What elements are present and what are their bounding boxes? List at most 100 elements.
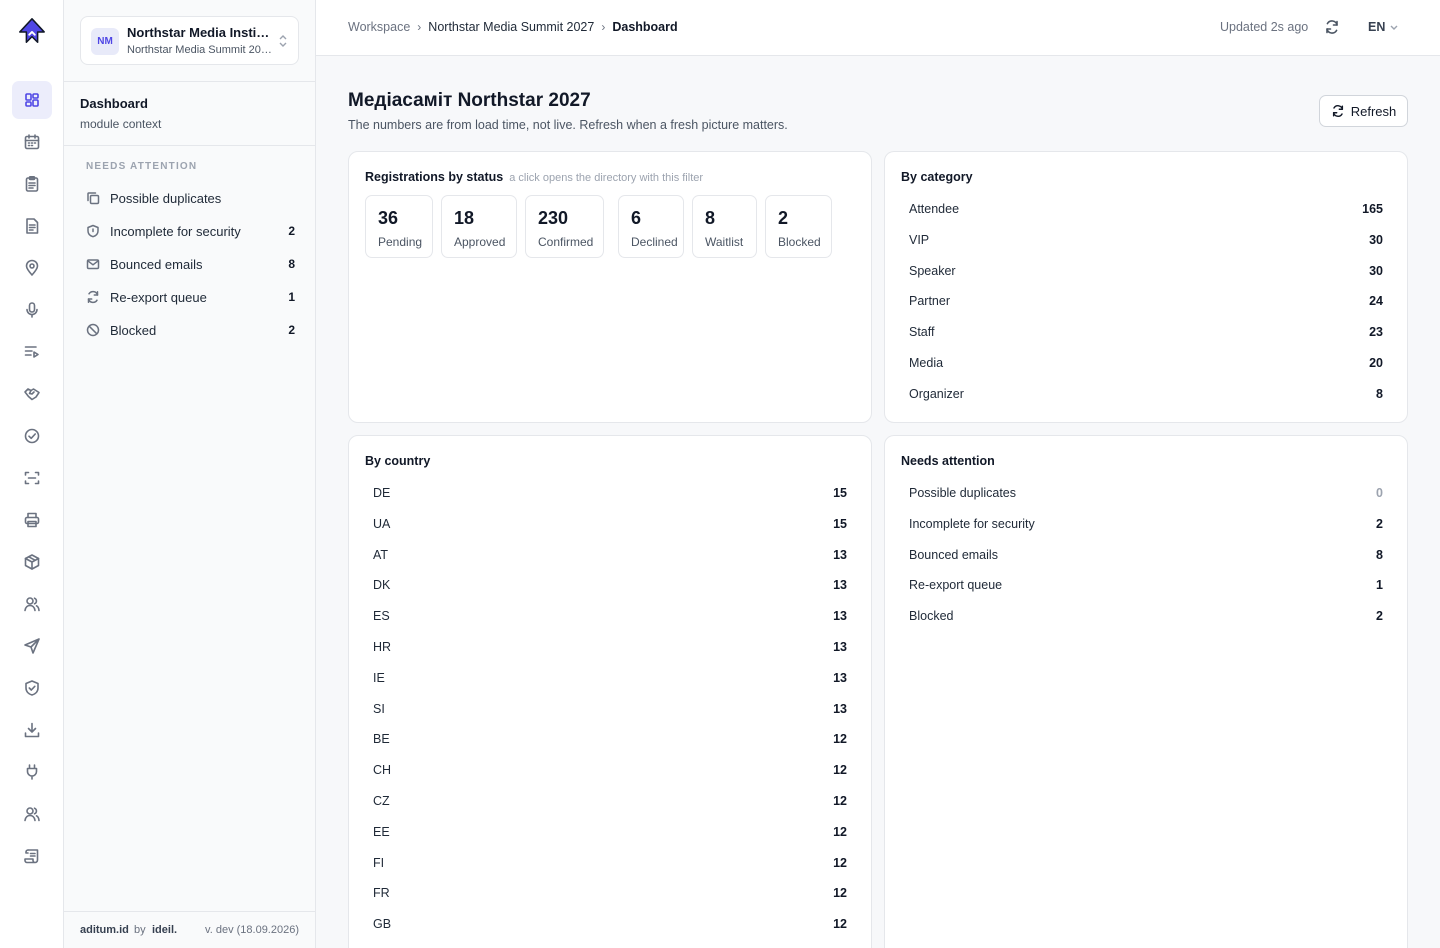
country-row-value: 13 — [833, 640, 847, 654]
category-row[interactable]: Partner 24 — [909, 291, 1383, 311]
rail-item-calendar[interactable] — [12, 123, 52, 161]
shield-icon — [86, 224, 100, 238]
team-icon — [24, 807, 40, 822]
country-row-value: 12 — [833, 763, 847, 778]
category-card-title: By category — [901, 170, 973, 184]
country-row[interactable]: CZ 12 — [373, 791, 847, 811]
refresh-button[interactable]: Refresh — [1319, 95, 1408, 127]
rail-item-microphone[interactable] — [12, 291, 52, 329]
rail-item-send[interactable] — [12, 627, 52, 665]
breadcrumb-workspace[interactable]: Workspace — [348, 20, 410, 34]
status-card-title: Registrations by status a click opens the… — [365, 170, 703, 184]
brand-name[interactable]: aditum.id — [80, 924, 129, 936]
sidebar-attention-item[interactable]: Re-export queue 1 — [80, 282, 299, 312]
category-row[interactable]: Attendee 165 — [909, 199, 1383, 219]
rail-item-download[interactable] — [12, 711, 52, 749]
attention-row[interactable]: Re-export queue 1 — [909, 575, 1383, 595]
status-stat-blocked[interactable]: 2 Blocked — [765, 195, 832, 258]
by-text: by — [134, 924, 146, 936]
status-stat-confirmed[interactable]: 230 Confirmed — [525, 195, 604, 258]
rail-item-users[interactable] — [12, 585, 52, 623]
country-row-label: DK — [373, 578, 391, 593]
country-row-label: GB — [373, 917, 392, 932]
sidebar-attention-item[interactable]: Possible duplicates — [80, 183, 299, 213]
status-stat-value: 8 — [705, 208, 716, 228]
country-row[interactable]: UA 15 — [373, 514, 847, 534]
status-stat-approved[interactable]: 18 Approved — [441, 195, 517, 258]
country-row[interactable]: HR 13 — [373, 637, 847, 657]
country-row[interactable]: DE 15 — [373, 483, 847, 503]
country-row[interactable]: EE 12 — [373, 822, 847, 842]
icon-rail — [0, 0, 64, 948]
category-row-value: 165 — [1362, 202, 1383, 216]
status-stat-pending[interactable]: 36 Pending — [365, 195, 433, 258]
rail-item-dashboard[interactable] — [12, 81, 52, 119]
sidebar-attention-item[interactable]: Bounced emails 8 — [80, 249, 299, 279]
rail-item-playlist[interactable] — [12, 333, 52, 371]
country-row[interactable]: FI 12 — [373, 853, 847, 873]
rail-item-check-circle[interactable] — [12, 417, 52, 455]
mail-icon — [86, 257, 100, 271]
country-row[interactable]: GB 12 — [373, 914, 847, 934]
org-switcher[interactable]: NM Northstar Media Institute Northstar M… — [80, 16, 299, 65]
rail-item-scroll[interactable] — [12, 837, 52, 875]
attention-row-label: Possible duplicates — [909, 486, 1017, 500]
category-row-label: Attendee — [909, 202, 960, 216]
country-row[interactable]: IE 13 — [373, 668, 847, 688]
map-pin-icon — [25, 259, 39, 276]
org-name: Northstar Media Institute — [127, 25, 272, 40]
attention-row[interactable]: Blocked 2 — [909, 606, 1383, 626]
document-icon — [26, 218, 39, 234]
sidebar-attention-count: 2 — [288, 224, 295, 238]
country-row-label: IE — [373, 670, 385, 685]
needs-attention-heading: NEEDS ATTENTION — [86, 161, 198, 172]
country-row[interactable]: BE 12 — [373, 729, 847, 749]
breadcrumb-event[interactable]: Northstar Media Summit 2027 — [428, 20, 594, 34]
rail-item-printer[interactable] — [12, 501, 52, 539]
rail-item-shield-check[interactable] — [12, 669, 52, 707]
module-title: Dashboard — [80, 96, 148, 111]
country-row-value: 13 — [833, 578, 847, 593]
attention-row-value: 8 — [1376, 547, 1383, 562]
category-row-value: 30 — [1369, 263, 1383, 278]
status-stat-value: 36 — [378, 208, 399, 228]
country-row[interactable]: AT 13 — [373, 545, 847, 565]
country-row[interactable]: FR 12 — [373, 883, 847, 903]
country-row-label: DE — [373, 486, 391, 500]
attention-row[interactable]: Incomplete for security 2 — [909, 514, 1383, 534]
country-row[interactable]: SI 13 — [373, 699, 847, 719]
category-row[interactable]: Organizer 8 — [909, 384, 1383, 404]
attention-row[interactable]: Possible duplicates 0 — [909, 483, 1383, 503]
maker-name[interactable]: ideil. — [152, 924, 177, 936]
category-row-value: 24 — [1369, 294, 1383, 309]
rail-item-plug[interactable] — [12, 753, 52, 791]
category-row[interactable]: Staff 23 — [909, 322, 1383, 342]
status-stat-value: 230 — [538, 208, 569, 228]
rail-item-handshake[interactable] — [12, 375, 52, 413]
plug-icon — [26, 764, 38, 780]
category-row[interactable]: Media 20 — [909, 353, 1383, 373]
sidebar-attention-item[interactable]: Blocked 2 — [80, 315, 299, 345]
rail-item-clipboard[interactable] — [12, 165, 52, 203]
sidebar-attention-label: Possible duplicates — [110, 190, 222, 206]
category-row[interactable]: Speaker 30 — [909, 261, 1383, 281]
attention-row[interactable]: Bounced emails 8 — [909, 545, 1383, 565]
category-row[interactable]: VIP 30 — [909, 230, 1383, 250]
status-stat-declined[interactable]: 6 Declined — [618, 195, 684, 258]
rail-item-document[interactable] — [12, 207, 52, 245]
rail-item-team[interactable] — [12, 795, 52, 833]
country-row[interactable]: ES 13 — [373, 606, 847, 626]
logo-icon[interactable] — [16, 15, 48, 47]
country-row[interactable]: DK 13 — [373, 575, 847, 595]
status-stat-waitlist[interactable]: 8 Waitlist — [692, 195, 757, 258]
top-bar: Workspace › Northstar Media Summit 2027 … — [316, 0, 1440, 56]
rail-item-scan[interactable] — [12, 459, 52, 497]
rail-item-map-pin[interactable] — [12, 249, 52, 287]
rail-item-package[interactable] — [12, 543, 52, 581]
language-select[interactable]: EN — [1368, 20, 1399, 34]
reload-icon[interactable] — [1324, 19, 1340, 35]
sidebar-attention-item[interactable]: Incomplete for security 2 — [80, 216, 299, 246]
country-row[interactable]: CH 12 — [373, 760, 847, 780]
country-row-value: 12 — [833, 824, 847, 839]
status-stat-label: Waitlist — [705, 235, 744, 249]
